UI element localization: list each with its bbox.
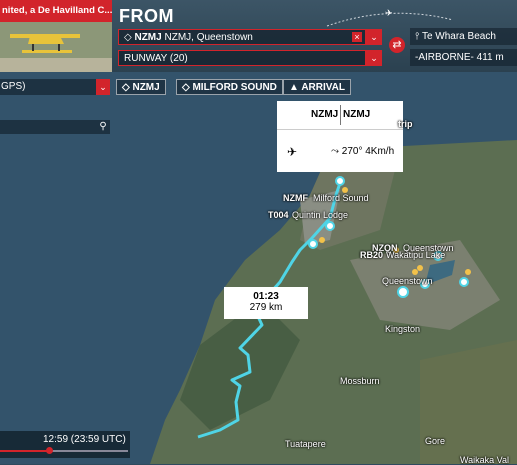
- arrival-chip-label: ARRIVAL: [301, 82, 346, 93]
- search-icon[interactable]: ⚲: [97, 120, 109, 134]
- diamond-icon: ◇: [182, 82, 193, 93]
- nav-mode-select[interactable]: GPS): [0, 79, 110, 95]
- map-label: NZMF: [283, 193, 308, 203]
- origin-code: NZMJ: [134, 32, 162, 43]
- origin-chip-label: NZMJ: [132, 82, 160, 93]
- flight-arc: ✈: [326, 9, 454, 27]
- map-label: Quintin Lodge: [292, 210, 349, 220]
- info-code-right: NZMJ: [343, 109, 371, 120]
- map-label: Mossburn: [340, 376, 380, 386]
- leg-distance: 279 km: [249, 302, 283, 313]
- time-readout: 12:59 (23:59 UTC): [43, 434, 126, 445]
- map-label: T004: [268, 210, 289, 220]
- info-divider: [340, 105, 341, 125]
- waypoint-marker[interactable]: [335, 176, 345, 186]
- poi-marker[interactable]: [417, 265, 423, 271]
- map-label: Queenstown: [382, 276, 433, 286]
- from-heading: FROM: [119, 6, 174, 26]
- aircraft-thumbnail[interactable]: nited, a De Havilland C...: [0, 0, 112, 72]
- map-label: Kingston: [385, 324, 421, 334]
- airport-codes: NZMJ NZMJ: [277, 101, 403, 130]
- waypoint-chip-label: MILFORD SOUND: [192, 82, 277, 93]
- map-label: RB20: [360, 250, 384, 260]
- svg-text:✈: ✈: [385, 9, 393, 19]
- map-label: Tuatapere: [285, 439, 326, 449]
- info-code-left: NZMJ: [311, 109, 339, 120]
- leg-time: 01:23: [253, 291, 279, 302]
- destination-status: -AIRBORNE- 411 m: [410, 49, 517, 66]
- triangle-icon: ▲: [289, 82, 302, 93]
- diamond-icon: ◇: [122, 82, 133, 93]
- pin-icon: ⫯: [415, 31, 422, 42]
- nav-mode-dropdown-button[interactable]: ⌄: [96, 79, 110, 95]
- clear-origin-button[interactable]: ×: [352, 32, 362, 42]
- origin-name: NZMJ, Queenstown: [164, 32, 253, 43]
- poi-marker[interactable]: [412, 269, 418, 275]
- airport-info-panel: NZMJ NZMJ ✈ ⤳ 270° 4Km/h: [277, 101, 403, 172]
- destination-name: Te Whara Beach: [421, 31, 496, 42]
- map-label: Wakatipu Lake: [386, 250, 446, 260]
- time-slider-handle[interactable]: [45, 447, 53, 454]
- destination-field[interactable]: ⫯ Te Whara Beach: [410, 28, 517, 45]
- waypoint-marker[interactable]: [325, 221, 335, 231]
- runway-dropdown-button[interactable]: ⌄: [366, 50, 382, 66]
- swap-icon[interactable]: ⇄: [389, 37, 405, 53]
- wind-value: 270° 4Km/h: [341, 146, 395, 157]
- origin-dropdown-button[interactable]: ⌄: [366, 29, 382, 45]
- search-input[interactable]: [0, 120, 110, 134]
- map-label: trip: [398, 119, 413, 129]
- poi-marker[interactable]: [465, 269, 471, 275]
- departure-icon: ✈: [287, 145, 298, 159]
- waypoint-marker[interactable]: [308, 239, 318, 249]
- poi-marker[interactable]: [319, 237, 325, 243]
- wind-icon: ⤳: [331, 146, 342, 157]
- aircraft-title: nited, a De Havilland C...: [0, 0, 112, 22]
- time-slider-fill: [0, 450, 49, 452]
- airport-marker[interactable]: [459, 277, 469, 287]
- runway-field[interactable]: RUNWAY (20): [118, 50, 366, 66]
- leg-info-box: 01:23 279 km: [224, 287, 308, 319]
- waypoint-chip[interactable]: ◇ MILFORD SOUND: [176, 79, 283, 95]
- map-label: Gore: [425, 436, 446, 446]
- origin-field[interactable]: ◇ NZMJ NZMJ, Queenstown: [118, 29, 366, 45]
- origin-chip[interactable]: ◇ NZMJ: [116, 79, 166, 95]
- arrival-chip[interactable]: ▲ ARRIVAL: [283, 79, 352, 95]
- map-label: Milford Sound: [313, 193, 369, 203]
- wind-readout: ⤳ 270° 4Km/h: [331, 146, 394, 157]
- airport-marker[interactable]: [397, 286, 409, 298]
- origin-diamond-icon: ◇: [124, 32, 135, 43]
